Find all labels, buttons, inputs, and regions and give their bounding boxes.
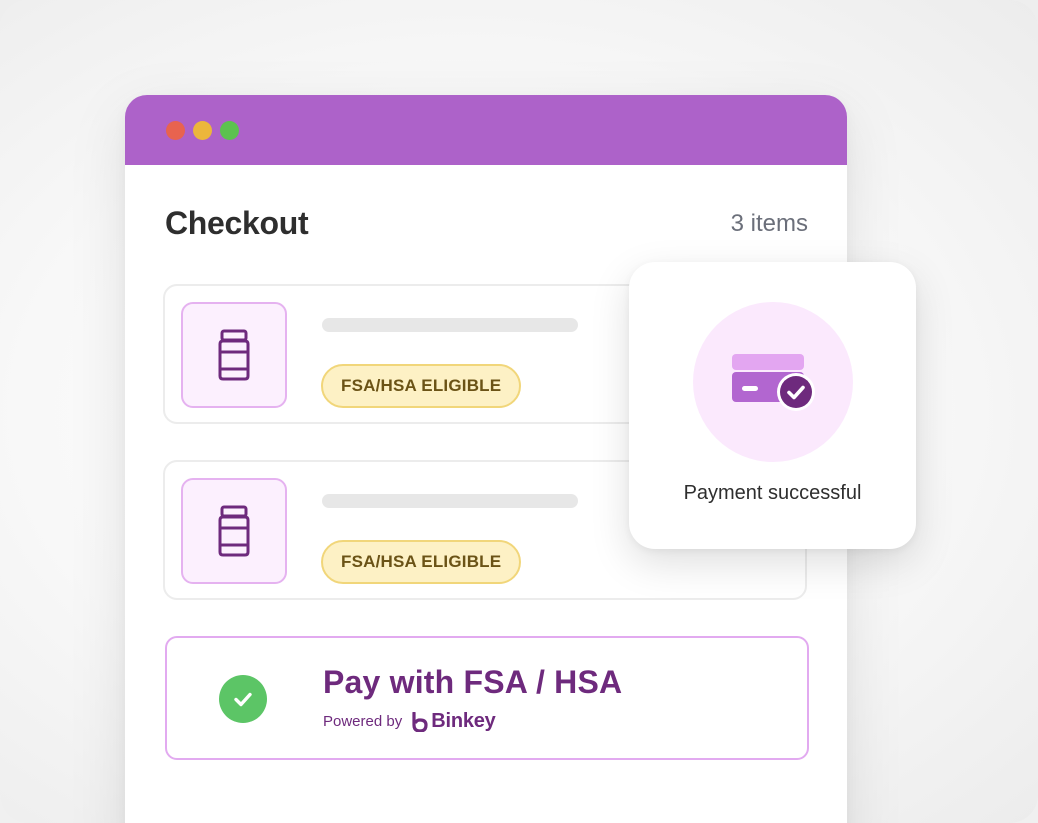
payment-success-message: Payment successful bbox=[683, 482, 862, 504]
close-window-button[interactable] bbox=[166, 121, 185, 140]
card-check-icon bbox=[732, 354, 815, 411]
product-thumbnail bbox=[181, 478, 287, 584]
maximize-window-button[interactable] bbox=[220, 121, 239, 140]
powered-by-label: Powered by bbox=[323, 713, 403, 730]
eligibility-badge: FSA/HSA ELIGIBLE bbox=[321, 364, 522, 408]
window-titlebar bbox=[125, 95, 847, 165]
binkey-wordmark: Binkey bbox=[431, 710, 496, 732]
selected-check-icon bbox=[219, 675, 267, 723]
payment-method-title: Pay with FSA / HSA bbox=[323, 664, 623, 700]
minimize-window-button[interactable] bbox=[193, 121, 212, 140]
binkey-logo: Binkey bbox=[411, 710, 496, 733]
jar-icon bbox=[218, 329, 250, 381]
eligibility-badge: FSA/HSA ELIGIBLE bbox=[321, 540, 522, 584]
item-count: 3 items bbox=[730, 210, 808, 237]
background-stage: Checkout 3 items FSA/HSA ELIGIBLE FSA/HS… bbox=[0, 0, 1038, 823]
product-name-placeholder bbox=[322, 318, 578, 332]
binkey-b-icon bbox=[412, 711, 428, 732]
success-icon-circle bbox=[693, 302, 853, 462]
powered-by-line: Powered by Binkey bbox=[323, 710, 496, 733]
payment-success-toast: Payment successful bbox=[629, 262, 916, 549]
page-title: Checkout bbox=[165, 205, 309, 241]
product-thumbnail bbox=[181, 302, 287, 408]
product-name-placeholder bbox=[322, 494, 578, 508]
pay-with-fsa-hsa-option[interactable]: Pay with FSA / HSA Powered by Binkey bbox=[165, 636, 809, 760]
jar-icon bbox=[218, 505, 250, 557]
